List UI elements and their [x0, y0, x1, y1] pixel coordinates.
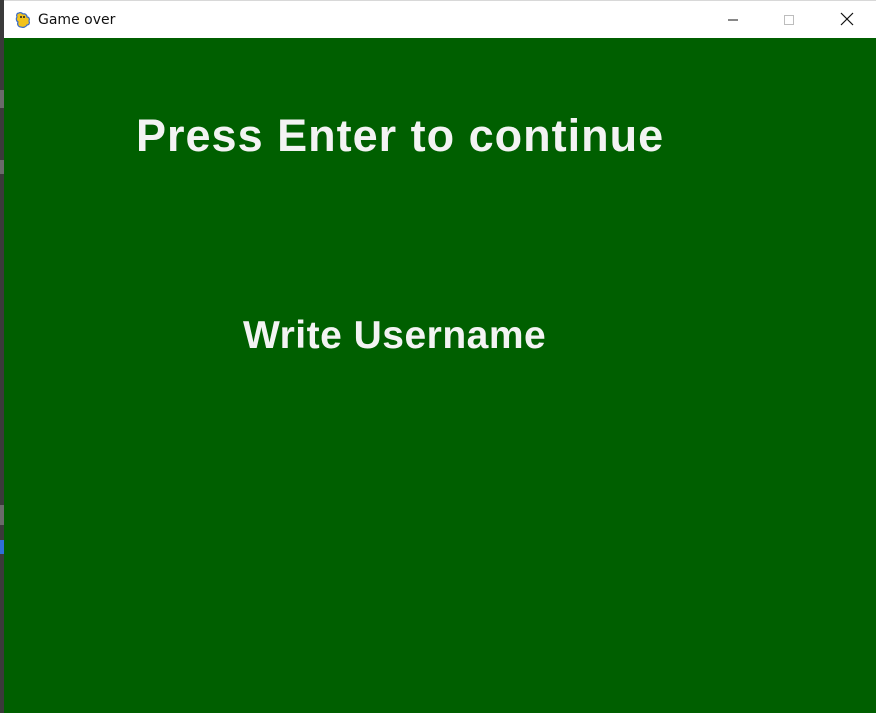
pygame-snake-icon [14, 11, 32, 29]
title-bar[interactable]: Game over [4, 0, 876, 38]
close-button[interactable] [824, 1, 870, 39]
game-window: Game over Press Enter to continue Write … [4, 0, 876, 713]
close-icon [840, 11, 854, 30]
game-canvas[interactable]: Press Enter to continue Write Username [4, 38, 876, 713]
minimize-icon [727, 11, 739, 30]
maximize-button[interactable] [766, 1, 812, 39]
minimize-button[interactable] [710, 1, 756, 39]
window-title: Game over [38, 12, 116, 28]
continue-instruction: Press Enter to continue [136, 110, 665, 161]
maximize-icon [783, 11, 795, 30]
username-prompt: Write Username [243, 314, 547, 357]
